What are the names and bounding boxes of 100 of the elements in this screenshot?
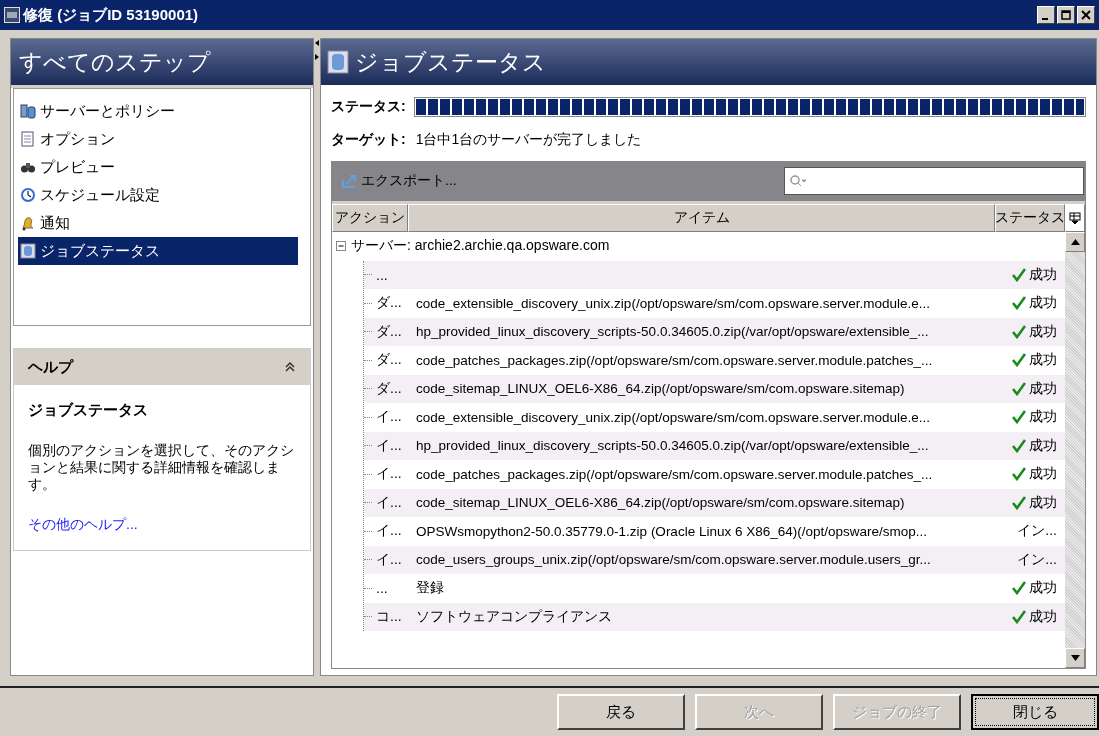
table-row[interactable]: イ... code_patches_packages.zip(/opt/opsware/sm/com.opsware.server.module.patches_... 成功 xyxy=(364,460,1065,489)
status-cell: 成功 xyxy=(1029,493,1057,512)
up-arrow-icon xyxy=(1070,239,1080,245)
close-icon xyxy=(1081,10,1091,20)
action-cell-text: ダ... xyxy=(375,294,403,313)
cylinder-icon xyxy=(327,50,349,74)
document-icon xyxy=(20,131,36,147)
item-cell: OPSWsmopython2-50.0.35779.0-1.zip (Oracle Linux 6 X86_64)(/opt/opsware/smop... xyxy=(416,523,928,539)
help-text: 個別のアクションを選択して、そのアクションと結果に関する詳細情報を確認します。 xyxy=(28,442,295,493)
status-cell: 成功 xyxy=(1029,265,1057,284)
action-cell-text: イ... xyxy=(375,550,403,569)
item-cell: ソフトウェアコンプライアンス xyxy=(416,608,612,624)
server-label[interactable]: サーバー: archie2.archie.qa.opsware.com xyxy=(351,237,610,256)
scroll-down-button[interactable] xyxy=(1065,648,1085,668)
item-cell: hp_provided_linux_discovery_scripts-50.0.34605.0.zip(/var/opt/opsware/extensible_... xyxy=(416,324,929,340)
minimize-button[interactable] xyxy=(1037,6,1055,24)
scroll-up-button[interactable] xyxy=(1065,232,1085,252)
scrollbar[interactable] xyxy=(1065,232,1085,668)
status-cell: 成功 xyxy=(1029,379,1057,398)
action-cell-text: イ... xyxy=(375,493,403,512)
table-row[interactable]: ... 成功 xyxy=(364,260,1065,289)
status-cell: イン... xyxy=(1017,550,1057,569)
table-row[interactable]: イ... code_sitemap_LINUX_OEL6-X86_64.zip(/opt/opsware/sm/com.opsware.sitemap) 成功 xyxy=(364,488,1065,517)
column-chooser-button[interactable] xyxy=(1065,204,1085,232)
action-cell-text: イ... xyxy=(375,436,403,455)
wizard-button[interactable]: 戻る xyxy=(557,694,685,730)
action-cell-text: ダ... xyxy=(375,351,403,370)
table-row[interactable]: ... 登録 成功 xyxy=(364,574,1065,603)
status-cell: 成功 xyxy=(1029,294,1057,313)
target-label: ターゲット: xyxy=(331,131,406,149)
more-help-link[interactable]: その他のヘルプ... xyxy=(28,516,138,535)
clock-icon xyxy=(20,187,36,203)
table-row[interactable]: イ... hp_provided_linux_discovery_scripts-50.0.34605.0.zip(/var/opt/opsware/extensible_... 成功 xyxy=(364,431,1065,460)
step-item[interactable]: オプション xyxy=(18,125,298,153)
maximize-button[interactable] xyxy=(1057,6,1075,24)
export-icon xyxy=(341,173,359,189)
main-title: ジョブステータス xyxy=(355,47,546,77)
table-row[interactable]: ダ... hp_provided_linux_discovery_scripts-50.0.34605.0.zip(/var/opt/opsware/extensible_... 成功 xyxy=(364,317,1065,346)
help-title: ヘルプ xyxy=(28,357,73,377)
step-item[interactable]: スケジュール設定 xyxy=(18,181,298,209)
status-cell: イン... xyxy=(1017,522,1057,541)
cylinder-icon xyxy=(20,243,36,259)
table-row[interactable]: イ... code_extensible_discovery_unix.zip(/opt/opsware/sm/com.opsware.server.module.e... 成功 xyxy=(364,403,1065,432)
export-button[interactable]: エクスポート... xyxy=(339,170,459,192)
table-row[interactable]: ダ... code_patches_packages.zip(/opt/opsware/sm/com.opsware.server.module.patches_... 成功 xyxy=(364,346,1065,375)
columns-icon xyxy=(1069,212,1081,224)
step-item[interactable]: プレビュー xyxy=(18,153,298,181)
status-cell: 成功 xyxy=(1029,579,1057,598)
status-cell: 成功 xyxy=(1029,408,1057,427)
status-cell: 成功 xyxy=(1029,465,1057,484)
table-row[interactable]: イ... OPSWsmopython2-50.0.35779.0-1.zip (Oracle Linux 6 X86_64)(/opt/opsware/smop... イン... xyxy=(364,517,1065,546)
column-header[interactable]: ステータス xyxy=(995,204,1065,232)
target-text: 1台中1台のサーバーが完了しました xyxy=(415,131,642,149)
window-title: 修復 (ジョブID 53190001) xyxy=(23,5,200,25)
item-cell: code_users_groups_unix.zip(/opt/opsware/sm/com.opsware.server.module.users_gr... xyxy=(416,552,931,568)
table-row[interactable]: イ... code_users_groups_unix.zip(/opt/opsware/sm/com.opsware.server.module.users_gr... イン... xyxy=(364,545,1065,574)
app-icon xyxy=(4,7,20,23)
action-cell-text: イ... xyxy=(375,408,403,427)
search-icon xyxy=(789,174,807,188)
action-cell-text: ダ... xyxy=(375,379,403,398)
action-cell-text: コ... xyxy=(375,607,403,626)
minimize-icon xyxy=(1041,17,1048,20)
step-item[interactable]: ジョブステータス xyxy=(18,237,298,265)
server-icon xyxy=(20,103,36,119)
status-cell: 成功 xyxy=(1029,351,1057,370)
status-cell: 成功 xyxy=(1029,607,1057,626)
search-field[interactable] xyxy=(784,167,1084,195)
wizard-button[interactable]: 閉じる xyxy=(971,694,1099,730)
bell-icon xyxy=(20,215,36,231)
table-row[interactable]: ダ... code_sitemap_LINUX_OEL6-X86_64.zip(/opt/opsware/sm/com.opsware.sitemap) 成功 xyxy=(364,374,1065,403)
action-cell-text: ... xyxy=(375,266,389,283)
item-cell: code_patches_packages.zip(/opt/opsware/sm/com.opsware.server.module.patches_... xyxy=(416,352,933,368)
item-cell: code_sitemap_LINUX_OEL6-X86_64.zip(/opt/opsware/sm/com.opsware.sitemap) xyxy=(416,381,905,397)
close-button[interactable] xyxy=(1077,6,1095,24)
item-cell: code_patches_packages.zip(/opt/opsware/sm/com.opsware.server.module.patches_... xyxy=(416,466,933,482)
action-cell-text: イ... xyxy=(375,465,403,484)
table-row[interactable]: コ... ソフトウェアコンプライアンス 成功 xyxy=(364,602,1065,631)
collapse-icon[interactable] xyxy=(336,240,347,252)
table-row[interactable]: ダ... code_extensible_discovery_unix.zip(/opt/opsware/sm/com.opsware.server.module.e... 成功 xyxy=(364,289,1065,318)
collapse-icon[interactable] xyxy=(284,361,296,373)
status-cell: 成功 xyxy=(1029,436,1057,455)
maximize-icon xyxy=(1061,10,1071,20)
item-cell: hp_provided_linux_discovery_scripts-50.0.34605.0.zip(/var/opt/opsware/extensible_... xyxy=(416,438,929,454)
item-cell: 登録 xyxy=(416,580,444,596)
item-cell: code_extensible_discovery_unix.zip(/opt/opsware/sm/com.opsware.server.module.e... xyxy=(416,295,930,311)
step-item[interactable]: 通知 xyxy=(18,209,298,237)
column-header[interactable]: アイテム xyxy=(408,204,995,232)
down-arrow-icon xyxy=(1070,655,1080,661)
status-label: ステータス: xyxy=(331,98,406,116)
action-cell-text: ... xyxy=(375,580,389,597)
action-cell-text: イ... xyxy=(375,522,403,541)
status-cell: 成功 xyxy=(1029,322,1057,341)
action-cell-text: ダ... xyxy=(375,322,403,341)
help-heading: ジョブステータス xyxy=(28,401,148,420)
column-header[interactable]: アクション xyxy=(332,204,408,232)
splitter-arrows-icon xyxy=(314,38,320,62)
steps-title: すべてのステップ xyxy=(19,47,211,77)
item-cell: code_sitemap_LINUX_OEL6-X86_64.zip(/opt/opsware/sm/com.opsware.sitemap) xyxy=(416,495,905,511)
item-cell: code_extensible_discovery_unix.zip(/opt/opsware/sm/com.opsware.server.module.e... xyxy=(416,409,930,425)
step-item[interactable]: サーバーとポリシー xyxy=(18,97,298,125)
